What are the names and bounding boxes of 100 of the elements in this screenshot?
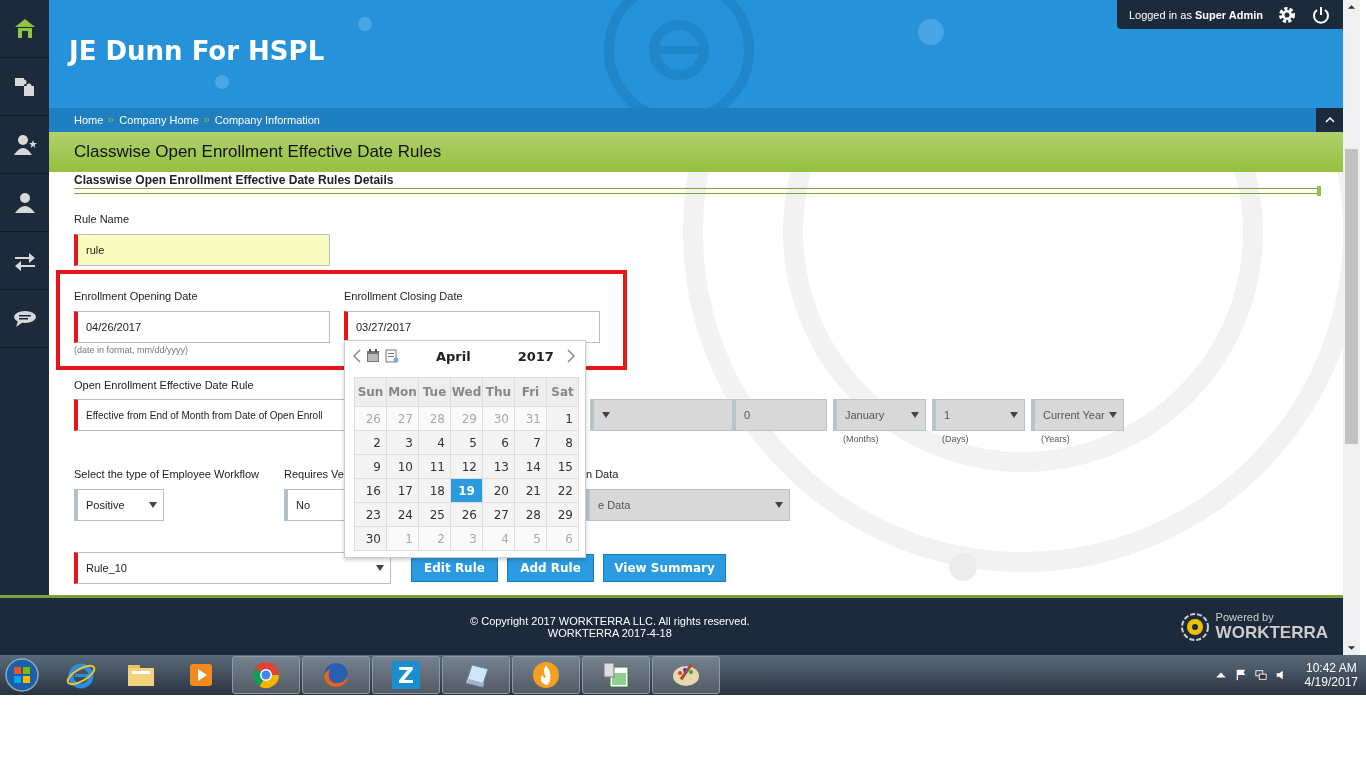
field-label: Enrollment Closing Date	[344, 290, 463, 304]
calendar-day[interactable]: 14	[515, 455, 546, 478]
clock-time[interactable]: 10:42 AM	[1304, 661, 1358, 675]
calendar-day[interactable]: 27	[483, 503, 514, 526]
user-icon[interactable]	[12, 190, 37, 215]
scrollbar[interactable]	[1343, 0, 1360, 655]
calendar-day[interactable]: 24	[387, 503, 418, 526]
calendar-day[interactable]: 6	[483, 431, 514, 454]
calendar-day[interactable]: 15	[547, 455, 578, 478]
dropdown[interactable]: Positive	[74, 489, 164, 521]
start-orb-icon[interactable]	[4, 657, 40, 693]
dropdown[interactable]: January	[833, 399, 926, 431]
calendar-day[interactable]: 8	[547, 431, 578, 454]
scroll-down-icon[interactable]	[1347, 645, 1356, 651]
calendar-day[interactable]: 16	[355, 479, 386, 502]
weekday-header: Thu	[483, 378, 514, 406]
year-label[interactable]: 2017	[517, 348, 554, 364]
format-hint: (date in format, mm/dd/yyyy)	[74, 345, 190, 355]
calendar-day[interactable]: 5	[451, 431, 482, 454]
chevron-up-icon[interactable]	[1324, 117, 1335, 123]
network-icon[interactable]	[1254, 669, 1267, 681]
field-label: n Data	[586, 468, 619, 482]
unit-label: (Months)	[843, 434, 880, 444]
clock-date[interactable]: 4/19/2017	[1304, 675, 1358, 689]
page-title: Classwise Open Enrollment Effective Date Rules	[74, 142, 442, 162]
dropdown[interactable]: 1	[932, 399, 1025, 431]
weekday-header: Fri	[515, 378, 546, 406]
scroll-thumb[interactable]	[1345, 149, 1358, 444]
field-label: Open Enrollment Effective Date Rule	[74, 379, 254, 393]
document-icon[interactable]	[385, 349, 399, 363]
weekday-header: Wed	[451, 378, 482, 406]
calendar-day[interactable]: 11	[419, 455, 450, 478]
calendar-day[interactable]: 29	[547, 503, 578, 526]
collapse-button[interactable]	[1316, 108, 1343, 132]
input-field[interactable]: 0	[732, 399, 827, 431]
breadcrumb-link[interactable]: Company Information	[214, 114, 320, 126]
dropdown[interactable]: Rule_10	[74, 552, 391, 584]
taskbar-button[interactable]	[582, 656, 650, 694]
scroll-up-icon[interactable]	[1347, 4, 1356, 10]
rule-end-icon	[1317, 186, 1321, 196]
spreadsheet-icon[interactable]	[600, 659, 632, 691]
input-field[interactable]: 04/26/2017	[74, 311, 330, 343]
site-title: JE Dunn For HSPL	[69, 36, 325, 66]
calendar-day[interactable]: 13	[483, 455, 514, 478]
weekday-header: Sat	[547, 378, 578, 406]
dropdown-caret-icon[interactable]	[602, 412, 610, 418]
dropdown-caret-icon[interactable]	[376, 565, 384, 571]
weekday-header: Tue	[419, 378, 450, 406]
input-field[interactable]: rule	[74, 234, 330, 266]
taskbar-button[interactable]	[512, 656, 580, 694]
browser-ring-icon[interactable]	[250, 659, 282, 691]
taskbar-button[interactable]	[442, 656, 510, 694]
section-title: Classwise Open Enrollment Effective Date Rules Details	[74, 172, 395, 188]
weekday-header: Sun	[355, 378, 386, 406]
calendar-day[interactable]: 2	[355, 431, 386, 454]
field-label: Rule Name	[74, 213, 130, 227]
chevron-double-icon	[107, 117, 116, 123]
letter-tile-icon[interactable]: Z	[392, 661, 420, 689]
calendar-day[interactable]: 28	[515, 503, 546, 526]
breadcrumb-link[interactable]: Home	[74, 114, 104, 126]
calendar-day[interactable]: 7	[515, 431, 546, 454]
dropdown[interactable]: Current Year	[1031, 399, 1124, 431]
unit-label: (Days)	[942, 434, 970, 444]
calendar-day[interactable]: 23	[355, 503, 386, 526]
calendar-day[interactable]: 3	[387, 431, 418, 454]
chevron-left-icon[interactable]	[353, 349, 361, 363]
calendar-day[interactable]: 12	[451, 455, 482, 478]
flag-icon[interactable]	[1234, 669, 1247, 681]
calendar-day[interactable]: 4	[419, 431, 450, 454]
settings-icon[interactable]	[1277, 4, 1297, 25]
breadcrumb-link[interactable]: Company Home	[119, 114, 199, 126]
input-field[interactable]: 03/27/2017	[344, 311, 600, 343]
calendar-day[interactable]: 20	[483, 479, 514, 502]
brand-name: WORKTERRA	[1215, 622, 1328, 643]
calendar-day[interactable]: 17	[387, 479, 418, 502]
login-status: Logged in as Super Admin	[1128, 8, 1263, 21]
month-label[interactable]: April	[436, 348, 471, 364]
calendar-day[interactable]: 30	[355, 527, 386, 550]
calendar-day[interactable]: 1	[547, 407, 578, 430]
dropdown-caret-icon[interactable]	[911, 412, 919, 418]
calendar-day[interactable]: 10	[387, 455, 418, 478]
chevron-right-icon[interactable]	[566, 349, 575, 363]
calendar-icon[interactable]	[366, 349, 380, 363]
target-logo-icon	[1179, 611, 1210, 642]
calendar-day[interactable]: 22	[547, 479, 578, 502]
chevron-double-icon	[202, 117, 211, 123]
copyright-text: © Copyright 2017 WORKTERRA LLC. All rights reserved.	[469, 614, 751, 627]
calendar-day[interactable]: 18	[419, 479, 450, 502]
power-icon[interactable]	[1311, 4, 1331, 25]
calendar-day[interactable]: 26	[451, 503, 482, 526]
field-label: Enrollment Opening Date	[74, 290, 198, 304]
calendar-day[interactable]: 25	[419, 503, 450, 526]
calendar-day[interactable]: 21	[515, 479, 546, 502]
flame-icon[interactable]	[530, 659, 562, 691]
taskbar-button[interactable]: Z	[372, 656, 440, 694]
dropdown-caret-icon[interactable]	[149, 502, 157, 508]
user-star-icon[interactable]	[12, 132, 37, 157]
dropdown-caret-icon[interactable]	[1109, 412, 1117, 418]
calendar-day[interactable]: 9	[355, 455, 386, 478]
dropdown-caret-icon[interactable]	[1010, 412, 1018, 418]
